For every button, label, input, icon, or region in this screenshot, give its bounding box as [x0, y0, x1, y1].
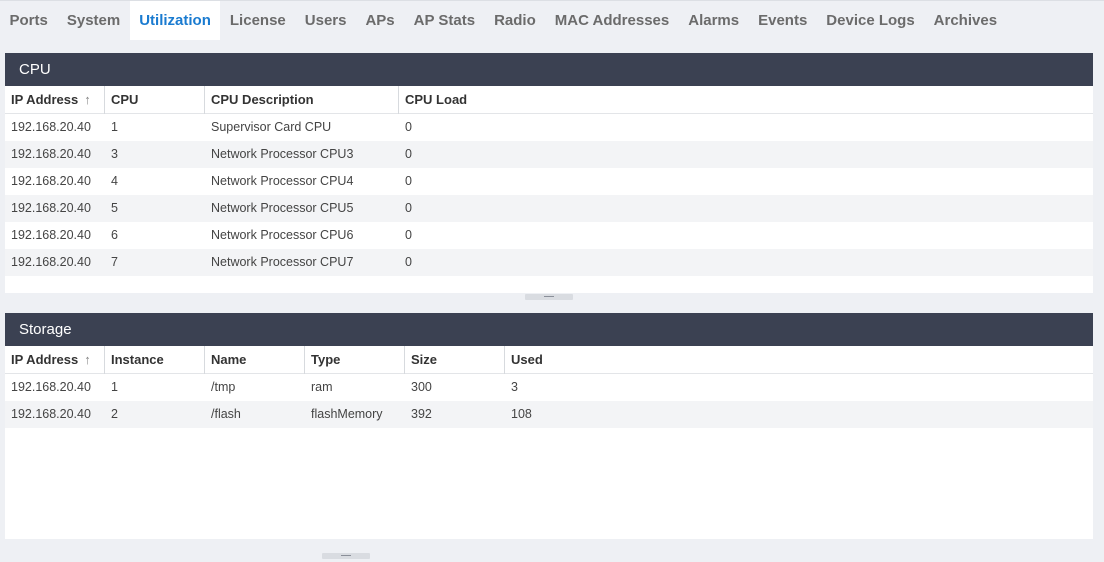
storage-panel: Storage IP Address ↑ Instance Name Type S…	[5, 313, 1093, 539]
cell-cpu-load: 0	[405, 255, 412, 269]
storage-panel-title: Storage	[5, 313, 1093, 346]
cell-cpu: 5	[111, 201, 118, 215]
cell-cpu-description: Supervisor Card CPU	[211, 120, 332, 134]
storage-col-used[interactable]: Used	[505, 346, 1093, 374]
table-row[interactable]: 192.168.20.40 4 Network Processor CPU4 0	[5, 168, 1093, 195]
sort-ascending-icon[interactable]: ↑	[84, 346, 91, 374]
table-row[interactable]: 192.168.20.40 6 Network Processor CPU6 0	[5, 222, 1093, 249]
cell-ip-address: 192.168.20.40	[11, 228, 91, 242]
cell-name: /tmp	[211, 380, 236, 394]
tab-ports[interactable]: Ports	[0, 1, 57, 40]
storage-col-instance[interactable]: Instance	[105, 346, 205, 374]
tab-utilization[interactable]: Utilization	[129, 1, 221, 40]
cell-size: 392	[411, 407, 432, 421]
table-row[interactable]: 192.168.20.40 2 /flash flashMemory 392 1…	[5, 401, 1093, 428]
cpu-panel-resize-handle[interactable]	[525, 294, 573, 300]
storage-col-ip-address[interactable]: IP Address ↑	[5, 346, 105, 374]
table-row[interactable]: 192.168.20.40 1 Supervisor Card CPU 0	[5, 114, 1093, 141]
cell-size: 300	[411, 380, 432, 394]
tab-system[interactable]: System	[57, 1, 129, 40]
cell-ip-address: 192.168.20.40	[11, 380, 91, 394]
cell-cpu-description: Network Processor CPU3	[211, 147, 354, 161]
tab-alarms[interactable]: Alarms	[679, 1, 749, 40]
cell-type: ram	[311, 380, 333, 394]
cell-ip-address: 192.168.20.40	[11, 120, 91, 134]
cell-ip-address: 192.168.20.40	[11, 407, 91, 421]
cell-ip-address: 192.168.20.40	[11, 255, 91, 269]
cell-ip-address: 192.168.20.40	[11, 174, 91, 188]
cell-used: 3	[511, 380, 518, 394]
cell-cpu: 4	[111, 174, 118, 188]
cpu-col-description[interactable]: CPU Description	[205, 86, 399, 114]
cell-cpu-load: 0	[405, 201, 412, 215]
cell-cpu-load: 0	[405, 147, 412, 161]
cell-cpu-load: 0	[405, 174, 412, 188]
tab-archives[interactable]: Archives	[924, 1, 1006, 40]
cpu-col-ip-address[interactable]: IP Address ↑	[5, 86, 105, 114]
cell-cpu-description: Network Processor CPU6	[211, 228, 354, 242]
cell-cpu-description: Network Processor CPU5	[211, 201, 354, 215]
table-row[interactable]: 192.168.20.40 3 Network Processor CPU3 0	[5, 141, 1093, 168]
tab-users[interactable]: Users	[295, 1, 356, 40]
cpu-col-cpu[interactable]: CPU	[105, 86, 205, 114]
cell-used: 108	[511, 407, 532, 421]
cell-ip-address: 192.168.20.40	[11, 147, 91, 161]
cell-cpu: 7	[111, 255, 118, 269]
storage-col-type[interactable]: Type	[305, 346, 405, 374]
table-row[interactable]: 192.168.20.40 7 Network Processor CPU7 0	[5, 249, 1093, 276]
tab-ap-stats[interactable]: AP Stats	[404, 1, 484, 40]
tab-events[interactable]: Events	[749, 1, 817, 40]
tab-radio[interactable]: Radio	[485, 1, 546, 40]
sort-ascending-icon[interactable]: ↑	[84, 86, 91, 114]
cpu-table-header: IP Address ↑ CPU CPU Description CPU Load	[5, 86, 1093, 114]
cell-cpu: 1	[111, 120, 118, 134]
table-row[interactable]: 192.168.20.40 1 /tmp ram 300 3	[5, 374, 1093, 401]
cell-instance: 1	[111, 380, 118, 394]
tab-mac-addresses[interactable]: MAC Addresses	[545, 1, 678, 40]
tab-aps[interactable]: APs	[356, 1, 404, 40]
cpu-col-load[interactable]: CPU Load	[399, 86, 1093, 114]
cpu-panel: CPU IP Address ↑ CPU CPU Description CPU …	[5, 53, 1093, 293]
cell-instance: 2	[111, 407, 118, 421]
tab-license[interactable]: License	[220, 1, 295, 40]
cell-cpu: 6	[111, 228, 118, 242]
table-row[interactable]: 192.168.20.40 5 Network Processor CPU5 0	[5, 195, 1093, 222]
tab-device-logs[interactable]: Device Logs	[817, 1, 924, 40]
storage-table-header: IP Address ↑ Instance Name Type Size Used	[5, 346, 1093, 374]
cell-cpu: 3	[111, 147, 118, 161]
cpu-panel-title: CPU	[5, 53, 1093, 86]
storage-col-name[interactable]: Name	[205, 346, 305, 374]
tab-bar: Ports System Utilization License Users A…	[0, 0, 1104, 40]
cell-name: /flash	[211, 407, 241, 421]
storage-col-size[interactable]: Size	[405, 346, 505, 374]
cell-ip-address: 192.168.20.40	[11, 201, 91, 215]
cell-cpu-description: Network Processor CPU4	[211, 174, 354, 188]
cell-cpu-load: 0	[405, 120, 412, 134]
cell-cpu-description: Network Processor CPU7	[211, 255, 354, 269]
cell-type: flashMemory	[311, 407, 383, 421]
storage-panel-resize-handle[interactable]	[322, 553, 370, 559]
cell-cpu-load: 0	[405, 228, 412, 242]
